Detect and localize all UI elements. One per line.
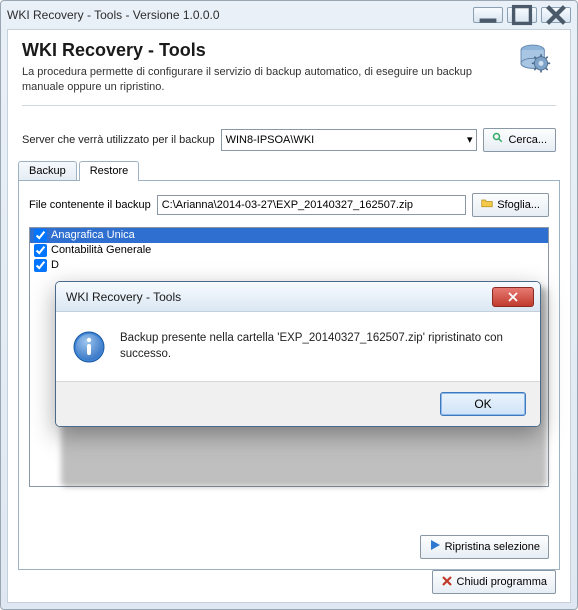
maximize-button[interactable]: [507, 7, 537, 23]
server-select[interactable]: WIN8-IPSOA\WKI ▾: [221, 129, 478, 151]
info-icon: [72, 330, 106, 369]
titlebar: WKI Recovery - Tools - Versione 1.0.0.0: [1, 1, 577, 29]
page-subtitle: La procedura permette di configurare il …: [22, 65, 482, 95]
close-program-button[interactable]: Chiudi programma: [432, 570, 556, 594]
list-item[interactable]: D: [30, 258, 548, 273]
search-server-button[interactable]: Cerca...: [483, 128, 556, 152]
list-item-label: D: [51, 259, 59, 271]
close-program-label: Chiudi programma: [457, 576, 547, 588]
close-button[interactable]: [541, 7, 571, 23]
server-value: WIN8-IPSOA\WKI: [226, 134, 467, 146]
restore-selection-button[interactable]: Ripristina selezione: [420, 535, 549, 559]
server-label: Server che verrà utilizzato per il backu…: [22, 134, 215, 146]
restore-selection-label: Ripristina selezione: [445, 541, 540, 553]
list-item-checkbox[interactable]: [34, 244, 47, 257]
list-item[interactable]: Anagrafica Unica: [30, 228, 548, 243]
header-divider: [22, 105, 556, 106]
dialog-message: Backup presente nella cartella 'EXP_2014…: [120, 330, 524, 369]
backup-file-input[interactable]: [157, 195, 467, 215]
app-window: WKI Recovery - Tools - Versione 1.0.0.0 …: [0, 0, 578, 610]
backup-file-label: File contenente il backup: [29, 199, 151, 211]
dialog-titlebar: WKI Recovery - Tools: [56, 282, 540, 312]
search-server-label: Cerca...: [508, 134, 547, 146]
browse-button[interactable]: Sfoglia...: [472, 193, 549, 217]
close-icon: [441, 575, 453, 590]
folder-icon: [481, 197, 493, 212]
chevron-down-icon: ▾: [467, 133, 473, 146]
list-item-checkbox[interactable]: [34, 229, 47, 242]
browse-label: Sfoglia...: [497, 199, 540, 211]
list-item-checkbox[interactable]: [34, 259, 47, 272]
window-title: WKI Recovery - Tools - Versione 1.0.0.0: [7, 8, 220, 22]
info-dialog: WKI Recovery - Tools Backup presente nel…: [55, 281, 541, 427]
minimize-button[interactable]: [473, 7, 503, 23]
dialog-title: WKI Recovery - Tools: [66, 290, 181, 304]
dialog-close-button[interactable]: [492, 287, 534, 307]
list-item-label: Anagrafica Unica: [51, 229, 135, 241]
database-gear-icon: [516, 40, 556, 85]
page-title: WKI Recovery - Tools: [22, 40, 482, 61]
magnifier-icon: [492, 132, 504, 147]
tab-backup[interactable]: Backup: [18, 161, 77, 181]
dialog-ok-button[interactable]: OK: [440, 392, 526, 416]
tab-restore[interactable]: Restore: [79, 161, 140, 181]
list-item[interactable]: Contabilità Generale: [30, 243, 548, 258]
play-icon: [429, 539, 441, 554]
list-item-label: Contabilità Generale: [51, 244, 151, 256]
